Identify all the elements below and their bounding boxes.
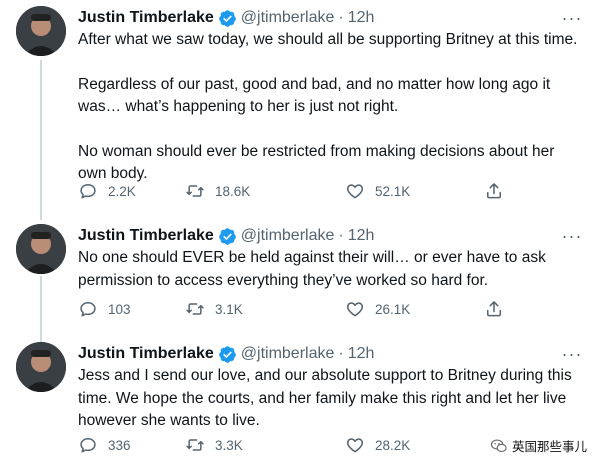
tweet-paragraph: No woman should ever be restricted from … <box>78 142 555 183</box>
tweet-actions: 336 3.3K 28.2K <box>78 434 508 456</box>
tweet-header: Justin Timberlake @jtimberlake · 12h <box>78 225 557 247</box>
reply-button[interactable]: 336 <box>78 435 131 455</box>
retweet-button[interactable]: 18.6K <box>185 181 250 201</box>
reply-icon <box>78 299 98 319</box>
share-icon <box>484 181 504 201</box>
more-options-icon[interactable]: ··· <box>561 343 583 365</box>
share-icon <box>484 299 504 319</box>
reply-count: 2.2K <box>108 183 136 199</box>
reply-icon <box>78 181 98 201</box>
timestamp[interactable]: 12h <box>348 9 375 27</box>
wechat-icon <box>490 437 508 455</box>
watermark: 英国那些事儿 <box>490 436 587 455</box>
timestamp[interactable]: 12h <box>348 227 375 245</box>
heart-icon <box>345 299 365 319</box>
tweet-paragraph: Jess and I send our love, and our absolu… <box>78 367 572 429</box>
like-count: 28.2K <box>375 437 411 453</box>
retweet-count: 3.1K <box>215 301 243 317</box>
author-handle[interactable]: @jtimberlake <box>241 227 335 245</box>
avatar[interactable] <box>16 342 66 392</box>
tweet-text: Jess and I send our love, and our absolu… <box>78 365 578 433</box>
more-options-icon[interactable]: ··· <box>561 7 583 29</box>
like-button[interactable]: 52.1K <box>345 181 410 201</box>
separator-dot: · <box>338 227 344 244</box>
reply-count: 336 <box>108 437 131 453</box>
like-count: 26.1K <box>375 301 411 317</box>
tweet-header: Justin Timberlake @jtimberlake · 12h <box>78 7 557 29</box>
tweet-text: No one should EVER be held against their… <box>78 247 578 292</box>
retweet-count: 3.3K <box>215 437 243 453</box>
reply-count: 103 <box>108 301 131 317</box>
like-count: 52.1K <box>375 183 411 199</box>
verified-badge-icon <box>218 9 237 28</box>
tweet-2[interactable]: Justin Timberlake @jtimberlake · 12h ···… <box>0 218 593 342</box>
verified-badge-icon <box>218 227 237 246</box>
reply-button[interactable]: 103 <box>78 299 131 319</box>
retweet-icon <box>185 181 205 201</box>
more-options-icon[interactable]: ··· <box>561 225 583 247</box>
thread-line <box>40 60 42 220</box>
author-name[interactable]: Justin Timberlake <box>78 345 214 363</box>
share-button[interactable] <box>484 299 504 319</box>
share-button[interactable] <box>484 181 504 201</box>
timestamp[interactable]: 12h <box>348 345 375 363</box>
avatar[interactable] <box>16 6 66 56</box>
author-name[interactable]: Justin Timberlake <box>78 9 214 27</box>
author-handle[interactable]: @jtimberlake <box>241 9 335 27</box>
retweet-button[interactable]: 3.1K <box>185 299 243 319</box>
like-button[interactable]: 26.1K <box>345 299 410 319</box>
tweet-actions: 103 3.1K 26.1K <box>78 298 508 320</box>
author-handle[interactable]: @jtimberlake <box>241 345 335 363</box>
tweet-text: After what we saw today, we should all b… <box>78 29 578 186</box>
heart-icon <box>345 181 365 201</box>
avatar[interactable] <box>16 224 66 274</box>
author-name[interactable]: Justin Timberlake <box>78 227 214 245</box>
tweet-header: Justin Timberlake @jtimberlake · 12h <box>78 343 557 365</box>
tweet-paragraph: Regardless of our past, good and bad, an… <box>78 75 551 116</box>
thread-line <box>40 276 42 342</box>
retweet-icon <box>185 435 205 455</box>
retweet-icon <box>185 299 205 319</box>
tweet-paragraph: No one should EVER be held against their… <box>78 249 546 289</box>
verified-badge-icon <box>218 345 237 364</box>
like-button[interactable]: 28.2K <box>345 435 410 455</box>
separator-dot: · <box>338 9 344 26</box>
reply-button[interactable]: 2.2K <box>78 181 136 201</box>
retweet-button[interactable]: 3.3K <box>185 435 243 455</box>
tweet-1[interactable]: Justin Timberlake @jtimberlake · 12h ···… <box>0 0 593 220</box>
separator-dot: · <box>338 345 344 362</box>
watermark-text: 英国那些事儿 <box>511 440 587 454</box>
retweet-count: 18.6K <box>215 183 251 199</box>
tweet-paragraph: After what we saw today, we should all b… <box>78 31 578 48</box>
tweet-actions: 2.2K 18.6K 52.1K <box>78 180 508 202</box>
reply-icon <box>78 435 98 455</box>
heart-icon <box>345 435 365 455</box>
